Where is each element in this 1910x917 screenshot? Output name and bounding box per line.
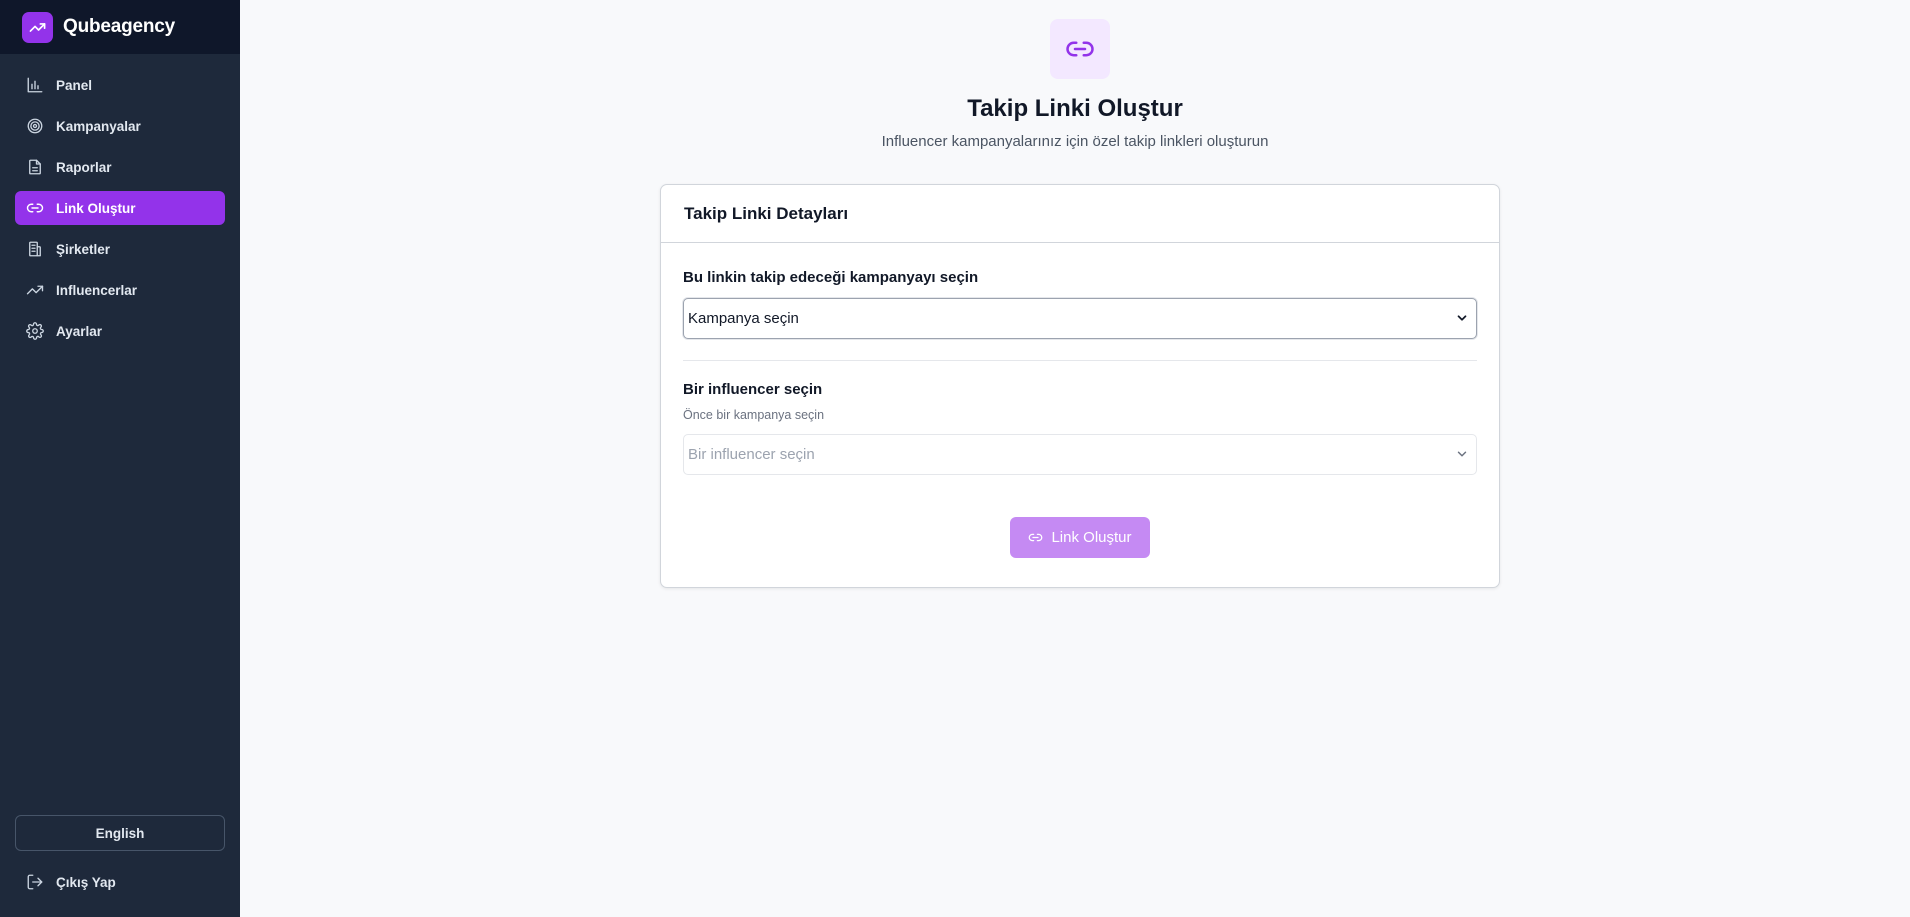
language-button[interactable]: English xyxy=(15,815,225,851)
main-content: Takip Linki Oluştur Influencer kampanyal… xyxy=(240,0,1910,917)
card-title: Takip Linki Detayları xyxy=(661,185,1499,243)
sidebar-item-label: Link Oluştur xyxy=(56,200,136,216)
campaign-select[interactable]: Kampanya seçin xyxy=(683,298,1477,339)
sidebar-item-settings[interactable]: Ayarlar xyxy=(15,314,225,348)
sidebar-item-reports[interactable]: Raporlar xyxy=(15,150,225,184)
brand-name: Qubeagency xyxy=(63,16,176,37)
bar-chart-icon xyxy=(27,77,43,93)
brand[interactable]: Qubeagency xyxy=(0,0,240,54)
sidebar-item-link-create[interactable]: Link Oluştur xyxy=(15,191,225,225)
chevron-down-icon xyxy=(1457,451,1467,457)
logout-button[interactable]: Çıkış Yap xyxy=(15,865,225,899)
logout-label: Çıkış Yap xyxy=(56,874,116,890)
sidebar-nav: Panel Kampanyalar Raporlar Link Oluştur … xyxy=(0,54,240,348)
sidebar-footer: English Çıkış Yap xyxy=(0,815,240,917)
page-subtitle: Influencer kampanyalarınız için özel tak… xyxy=(881,133,1269,150)
divider xyxy=(683,360,1477,361)
target-icon xyxy=(27,118,43,134)
link-form-card: Takip Linki Detayları Bu linkin takip ed… xyxy=(660,184,1500,588)
sidebar: Qubeagency Panel Kampanyalar Raporlar Li… xyxy=(0,0,240,917)
influencer-hint: Önce bir kampanya seçin xyxy=(683,408,825,422)
influencer-select-placeholder: Bir influencer seçin xyxy=(688,446,815,463)
button-row: Link Oluştur xyxy=(683,517,1477,558)
building-icon xyxy=(29,241,41,257)
chevron-down-icon xyxy=(1457,315,1467,321)
sidebar-item-label: Şirketler xyxy=(56,241,111,257)
trending-up-icon xyxy=(22,11,53,43)
link-icon xyxy=(1029,533,1043,542)
card-body: Bu linkin takip edeceği kampanyayı seçin… xyxy=(661,269,1499,558)
link-icon xyxy=(1050,19,1110,79)
sidebar-item-companies[interactable]: Şirketler xyxy=(15,232,225,266)
campaign-select-wrap: Kampanya seçin xyxy=(683,298,1477,339)
influencer-select-wrap: Bir influencer seçin xyxy=(683,434,1477,475)
sidebar-item-campaigns[interactable]: Kampanyalar xyxy=(15,109,225,143)
gear-icon xyxy=(26,322,44,340)
file-text-icon xyxy=(29,159,41,175)
sidebar-item-label: Ayarlar xyxy=(56,323,103,339)
sidebar-item-label: Kampanyalar xyxy=(56,118,141,134)
sidebar-item-label: Raporlar xyxy=(56,159,112,175)
campaign-label: Bu linkin takip edeceği kampanyayı seçin xyxy=(683,269,979,286)
page-title: Takip Linki Oluştur xyxy=(967,95,1183,122)
trending-up-icon xyxy=(26,285,44,295)
sidebar-item-panel[interactable]: Panel xyxy=(15,68,225,102)
sidebar-item-label: Influencerlar xyxy=(56,282,138,298)
create-link-label: Link Oluştur xyxy=(1051,529,1132,546)
sidebar-item-label: Panel xyxy=(56,77,93,93)
logout-icon xyxy=(27,874,43,890)
create-link-button[interactable]: Link Oluştur xyxy=(1010,517,1150,558)
sidebar-item-influencers[interactable]: Influencerlar xyxy=(15,273,225,307)
campaign-select-value: Kampanya seçin xyxy=(688,310,799,327)
influencer-select[interactable]: Bir influencer seçin xyxy=(683,434,1477,475)
influencer-label: Bir influencer seçin xyxy=(683,381,823,398)
link-icon xyxy=(26,203,44,213)
